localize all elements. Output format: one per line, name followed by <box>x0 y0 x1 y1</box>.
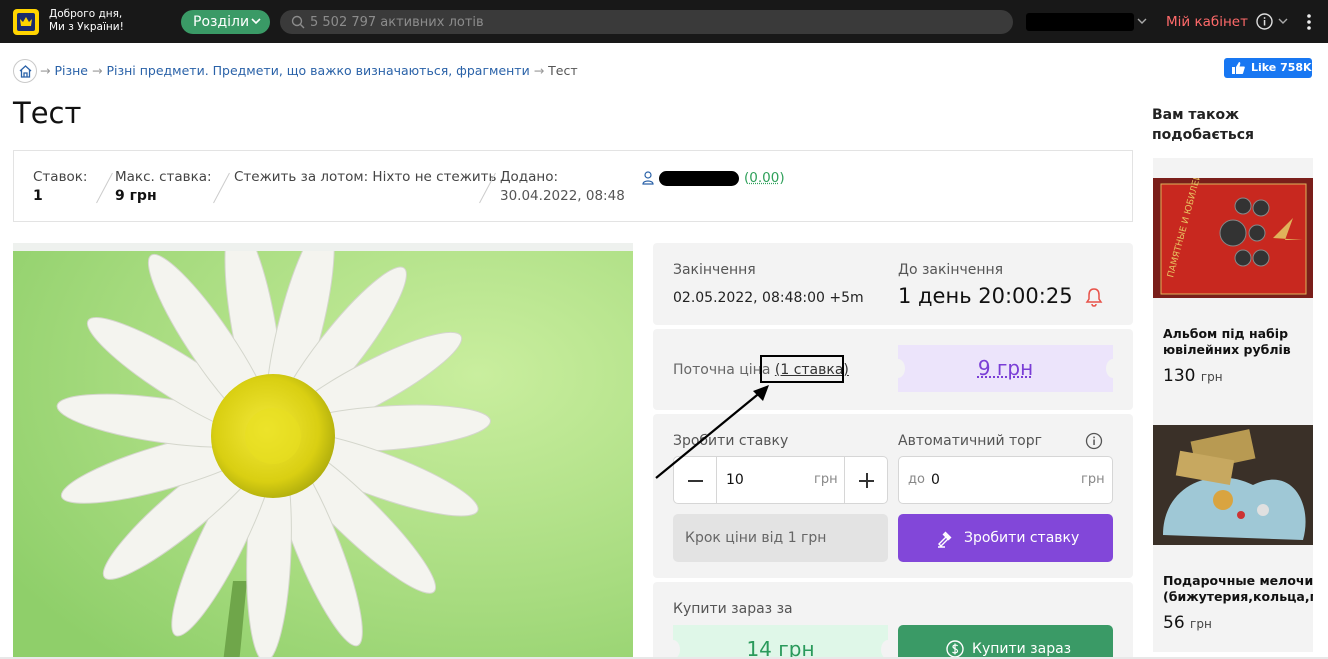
facebook-like-button[interactable]: Like 758K <box>1224 58 1312 78</box>
annotation-arrow-icon <box>655 385 769 479</box>
breadcrumb-link[interactable]: Різне <box>54 63 88 78</box>
buy-now-card: Купити зараз за 14 грн Купити зараз <box>653 582 1133 659</box>
daisy-photo <box>13 251 633 659</box>
buy-now-price: 14 грн <box>746 637 815 659</box>
top-bar: Доброго дня, Ми з України! Розділи Мій к… <box>0 0 1328 43</box>
seller-rating[interactable]: (0.00) <box>744 170 785 186</box>
auto-bid-input[interactable]: 0 <box>931 472 940 488</box>
search-bar[interactable] <box>280 10 1013 34</box>
home-button[interactable] <box>13 59 37 83</box>
info-icon[interactable] <box>1256 13 1273 30</box>
item-thumbnail: ПАМЯТНЫЕ И ЮБИЛЕЙНЫЕ <box>1153 178 1313 298</box>
recommended-item[interactable]: Подарочные мелочи (бижутерия,кольца,подв… <box>1153 405 1313 652</box>
item-price: 130 грн <box>1163 366 1223 386</box>
divider <box>96 172 113 204</box>
seller-name[interactable] <box>659 171 739 186</box>
auto-bid-field[interactable]: до 0 грн <box>898 456 1113 504</box>
recommendations-title: Вам також подобається <box>1152 107 1254 143</box>
increase-bid-button[interactable] <box>844 457 887 503</box>
current-price-ticket: 9 грн <box>891 345 1120 392</box>
recommended-item[interactable]: ПАМЯТНЫЕ И ЮБИЛЕЙНЫЕ Альбом під набір юв… <box>1153 158 1313 405</box>
watchers: Стежить за лотом: Ніхто не стежить <box>234 169 497 185</box>
info-icon[interactable] <box>1085 432 1103 450</box>
sections-button[interactable]: Розділи <box>181 10 270 34</box>
breadcrumb-link[interactable]: Різні предмети. Предмети, що важко визна… <box>106 63 529 78</box>
current-price-value: 9 грн <box>977 356 1034 380</box>
logo-crown-icon <box>20 17 32 26</box>
max-bid: Макс. ставка: 9 грн <box>115 169 212 204</box>
item-title[interactable]: Подарочные мелочи (бижутерия,кольца,подв <box>1163 573 1313 605</box>
item-thumbnail <box>1153 425 1313 545</box>
buy-now-button[interactable]: Купити зараз <box>898 625 1113 659</box>
end-time-card: Закінчення 02.05.2022, 08:48:00 +5m До з… <box>653 243 1133 325</box>
thumbs-up-icon <box>1232 62 1245 74</box>
item-price: 56 грн <box>1163 613 1212 633</box>
coin-icon <box>946 640 964 658</box>
chevron-down-icon[interactable] <box>1278 17 1288 25</box>
breadcrumb-current: Тест <box>548 63 578 78</box>
divider <box>213 172 230 204</box>
bell-icon[interactable] <box>1085 287 1103 307</box>
search-icon <box>291 15 305 29</box>
chevron-down-icon[interactable] <box>1137 17 1147 25</box>
buy-now-price-ticket: 14 грн <box>666 625 895 659</box>
countdown-value: 1 день 20:00:25 <box>898 284 1073 308</box>
breadcrumb: → Різне → Різні предмети. Предмети, що в… <box>40 63 578 78</box>
price-step-hint: Крок ціни від 1 грн <box>673 514 888 562</box>
gavel-icon <box>938 531 952 548</box>
my-cabinet-link[interactable]: Мій кабінет <box>1166 14 1248 30</box>
home-icon <box>19 65 32 78</box>
user-menu[interactable] <box>1026 13 1134 31</box>
end-time-value: 02.05.2022, 08:48:00 +5m <box>673 290 864 306</box>
lot-info-strip: Ставок: 1 Макс. ставка: 9 грн Стежить за… <box>13 150 1133 222</box>
greeting: Доброго дня, Ми з України! <box>49 8 124 33</box>
user-icon <box>642 171 654 185</box>
place-bid-button[interactable]: Зробити ставку <box>898 514 1113 562</box>
site-logo[interactable] <box>13 9 39 35</box>
kebab-menu-icon[interactable] <box>1306 13 1312 31</box>
page-title: Тест <box>13 96 82 130</box>
added-date: Додано: 30.04.2022, 08:48 <box>500 169 625 204</box>
bids-count: Ставок: 1 <box>33 169 88 204</box>
product-image[interactable] <box>13 243 633 659</box>
search-input[interactable] <box>310 10 1000 34</box>
item-title[interactable]: Альбом під набір ювілейних рублів <box>1163 326 1313 358</box>
chevron-down-icon <box>251 18 261 25</box>
